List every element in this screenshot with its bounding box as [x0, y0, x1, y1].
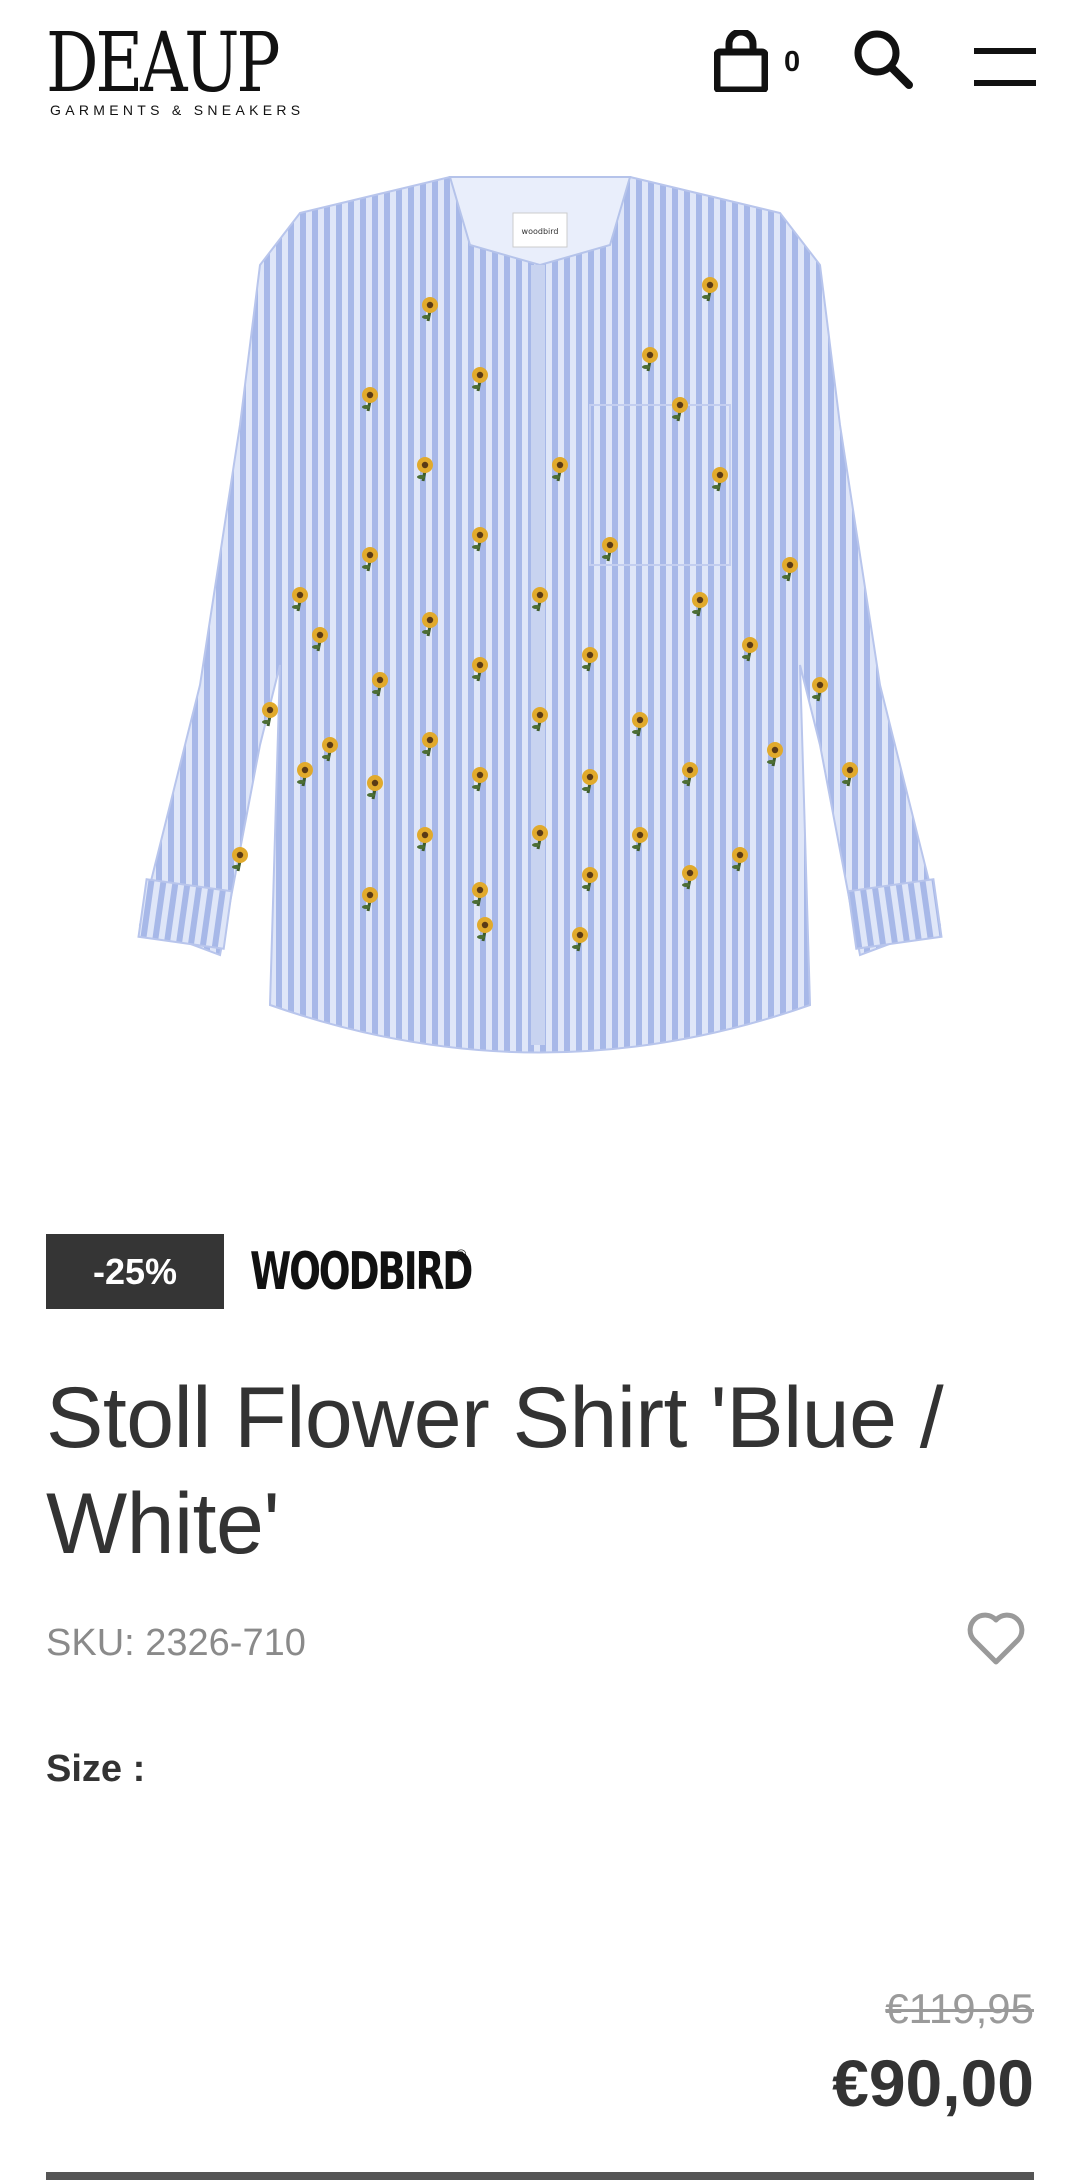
menu-line	[974, 48, 1036, 54]
add-to-cart-button[interactable]	[46, 2172, 1034, 2180]
logo-tagline: GARMENTS & SNEAKERS	[50, 102, 305, 118]
wishlist-heart-icon[interactable]	[966, 1610, 1026, 1666]
site-header: DEAUP GARMENTS & SNEAKERS 0	[0, 0, 1080, 150]
search-icon[interactable]	[852, 28, 914, 90]
cart-button[interactable]: 0	[712, 28, 822, 98]
sale-price: €90,00	[832, 2046, 1034, 2120]
cart-count-badge: 0	[784, 46, 801, 78]
product-title: Stoll Flower Shirt 'Blue / White'	[46, 1370, 944, 1572]
original-price: €119,95	[885, 1985, 1034, 2032]
menu-line	[974, 80, 1036, 86]
shirt-label-text: woodbird	[522, 227, 559, 236]
brand-name: WOODBIRD	[250, 1242, 473, 1302]
site-logo[interactable]: DEAUP GARMENTS & SNEAKERS	[46, 22, 306, 122]
brand-registered-mark: ®	[456, 1246, 467, 1262]
shirt-cuff-left	[137, 878, 233, 950]
product-image[interactable]: woodbird	[120, 165, 960, 1095]
discount-badge: -25%	[46, 1234, 224, 1309]
logo-wordmark: DEAUP	[46, 16, 280, 111]
product-sku: SKU: 2326-710	[46, 1622, 306, 1664]
shirt-cuff-right	[847, 878, 943, 950]
shopping-bag-icon	[714, 30, 768, 92]
brand-logo[interactable]: WOODBIRD ®	[250, 1236, 480, 1308]
menu-icon[interactable]	[972, 44, 1038, 92]
size-label: Size :	[46, 1748, 146, 1790]
